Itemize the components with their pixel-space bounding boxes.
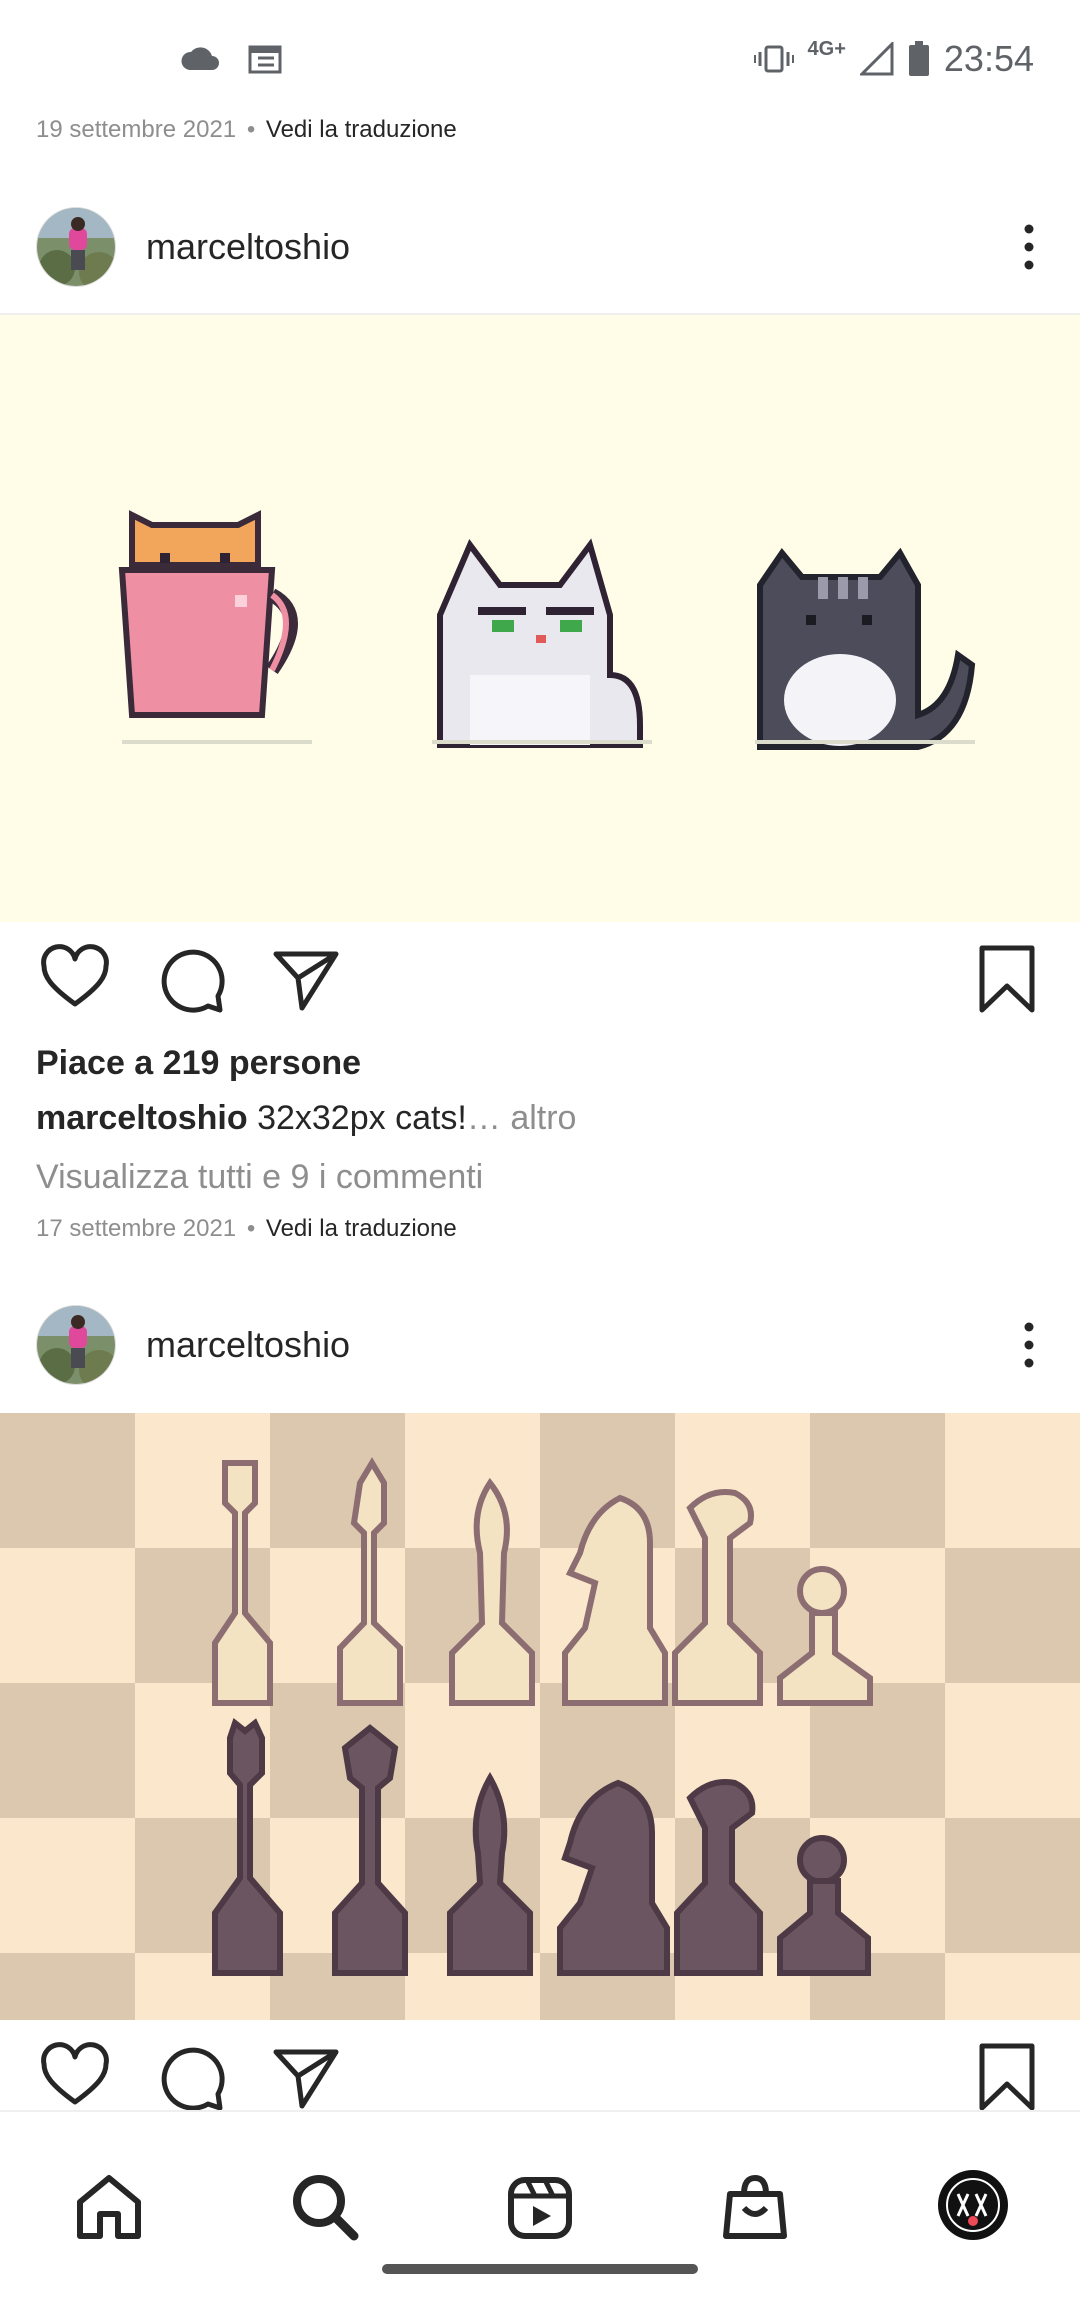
white-cat-image <box>432 538 652 748</box>
caption-text: 32x32px cats! <box>247 1099 467 1137</box>
board-square <box>945 1683 1080 1818</box>
caption-more-link[interactable]: … altro <box>467 1099 577 1137</box>
share-send-icon[interactable] <box>272 2042 342 2112</box>
bookmark-save-icon[interactable] <box>972 2042 1042 2112</box>
prev-post-date: 19 settembre 2021 <box>36 116 237 143</box>
status-left <box>180 44 282 74</box>
likes-count[interactable]: Piace a 219 persone <box>36 1044 361 1083</box>
cloud-icon <box>181 47 219 70</box>
vibrate-icon <box>753 45 794 73</box>
meta-separator: • <box>246 116 256 143</box>
profile-avatar[interactable] <box>938 2170 1008 2240</box>
reels-icon[interactable] <box>505 2172 575 2242</box>
board-square <box>0 1683 135 1818</box>
post-caption: marceltoshio 32x32px cats!… altro <box>36 1099 576 1138</box>
prev-post-translate-link[interactable]: Vedi la traduzione <box>266 116 457 143</box>
post-username[interactable]: marceltoshio <box>146 226 350 268</box>
post-header: marceltoshio <box>0 194 1080 300</box>
board-square <box>945 1548 1080 1683</box>
like-heart-icon[interactable] <box>40 2042 110 2112</box>
more-options-icon[interactable] <box>1014 1315 1044 1375</box>
notification-dot <box>968 2216 978 2226</box>
cat-in-cup-image <box>118 510 312 744</box>
board-square <box>405 1413 540 1548</box>
more-options-icon[interactable] <box>1014 217 1044 277</box>
board-square <box>945 1818 1080 1953</box>
board-square <box>0 1818 135 1953</box>
bookmark-save-icon[interactable] <box>972 944 1042 1014</box>
board-square <box>810 1413 945 1548</box>
network-type: 4G+ <box>807 37 846 60</box>
prev-post-meta: 19 settembre 2021 • Vedi la traduzione <box>36 116 457 144</box>
signal-icon <box>859 42 894 76</box>
battery-icon <box>908 41 929 76</box>
post-actions <box>0 944 1080 1024</box>
shop-icon[interactable] <box>720 2172 790 2242</box>
board-square <box>945 1953 1080 2088</box>
post-date: 17 settembre 2021 <box>36 1215 237 1242</box>
board-square <box>0 1953 135 2088</box>
post-image-cats[interactable] <box>0 315 1080 922</box>
status-right: 4G+ 23:54 <box>753 37 1034 80</box>
view-comments-link[interactable]: Visualizza tutti e 9 i commenti <box>36 1158 483 1197</box>
board-square <box>0 1413 135 1548</box>
share-send-icon[interactable] <box>272 944 342 1014</box>
calendar-icon <box>248 45 282 74</box>
post-translate-link[interactable]: Vedi la traduzione <box>266 1215 457 1242</box>
post-image-chess[interactable] <box>0 1413 1080 2088</box>
board-square <box>0 1548 135 1683</box>
clock: 23:54 <box>943 38 1034 79</box>
search-icon[interactable] <box>290 2172 360 2242</box>
home-icon[interactable] <box>74 2172 144 2242</box>
post-header: marceltoshio <box>0 1292 1080 1398</box>
post-username[interactable]: marceltoshio <box>146 1324 350 1366</box>
post-meta: 17 settembre 2021 • Vedi la traduzione <box>36 1215 457 1243</box>
profile-logo-icon <box>946 2178 1000 2232</box>
grey-cat-image <box>755 547 976 750</box>
like-heart-icon[interactable] <box>40 944 110 1014</box>
caption-username[interactable]: marceltoshio <box>36 1099 248 1137</box>
meta-separator: • <box>246 1215 256 1242</box>
comment-icon[interactable] <box>156 2042 226 2112</box>
home-indicator[interactable] <box>382 2264 698 2274</box>
board-square <box>945 1413 1080 1548</box>
chessboard-image <box>0 1413 1080 2088</box>
status-bar: 4G+ 23:54 <box>0 0 1080 120</box>
avatar[interactable] <box>36 207 116 287</box>
comment-icon[interactable] <box>156 944 226 1014</box>
avatar[interactable] <box>36 1305 116 1385</box>
